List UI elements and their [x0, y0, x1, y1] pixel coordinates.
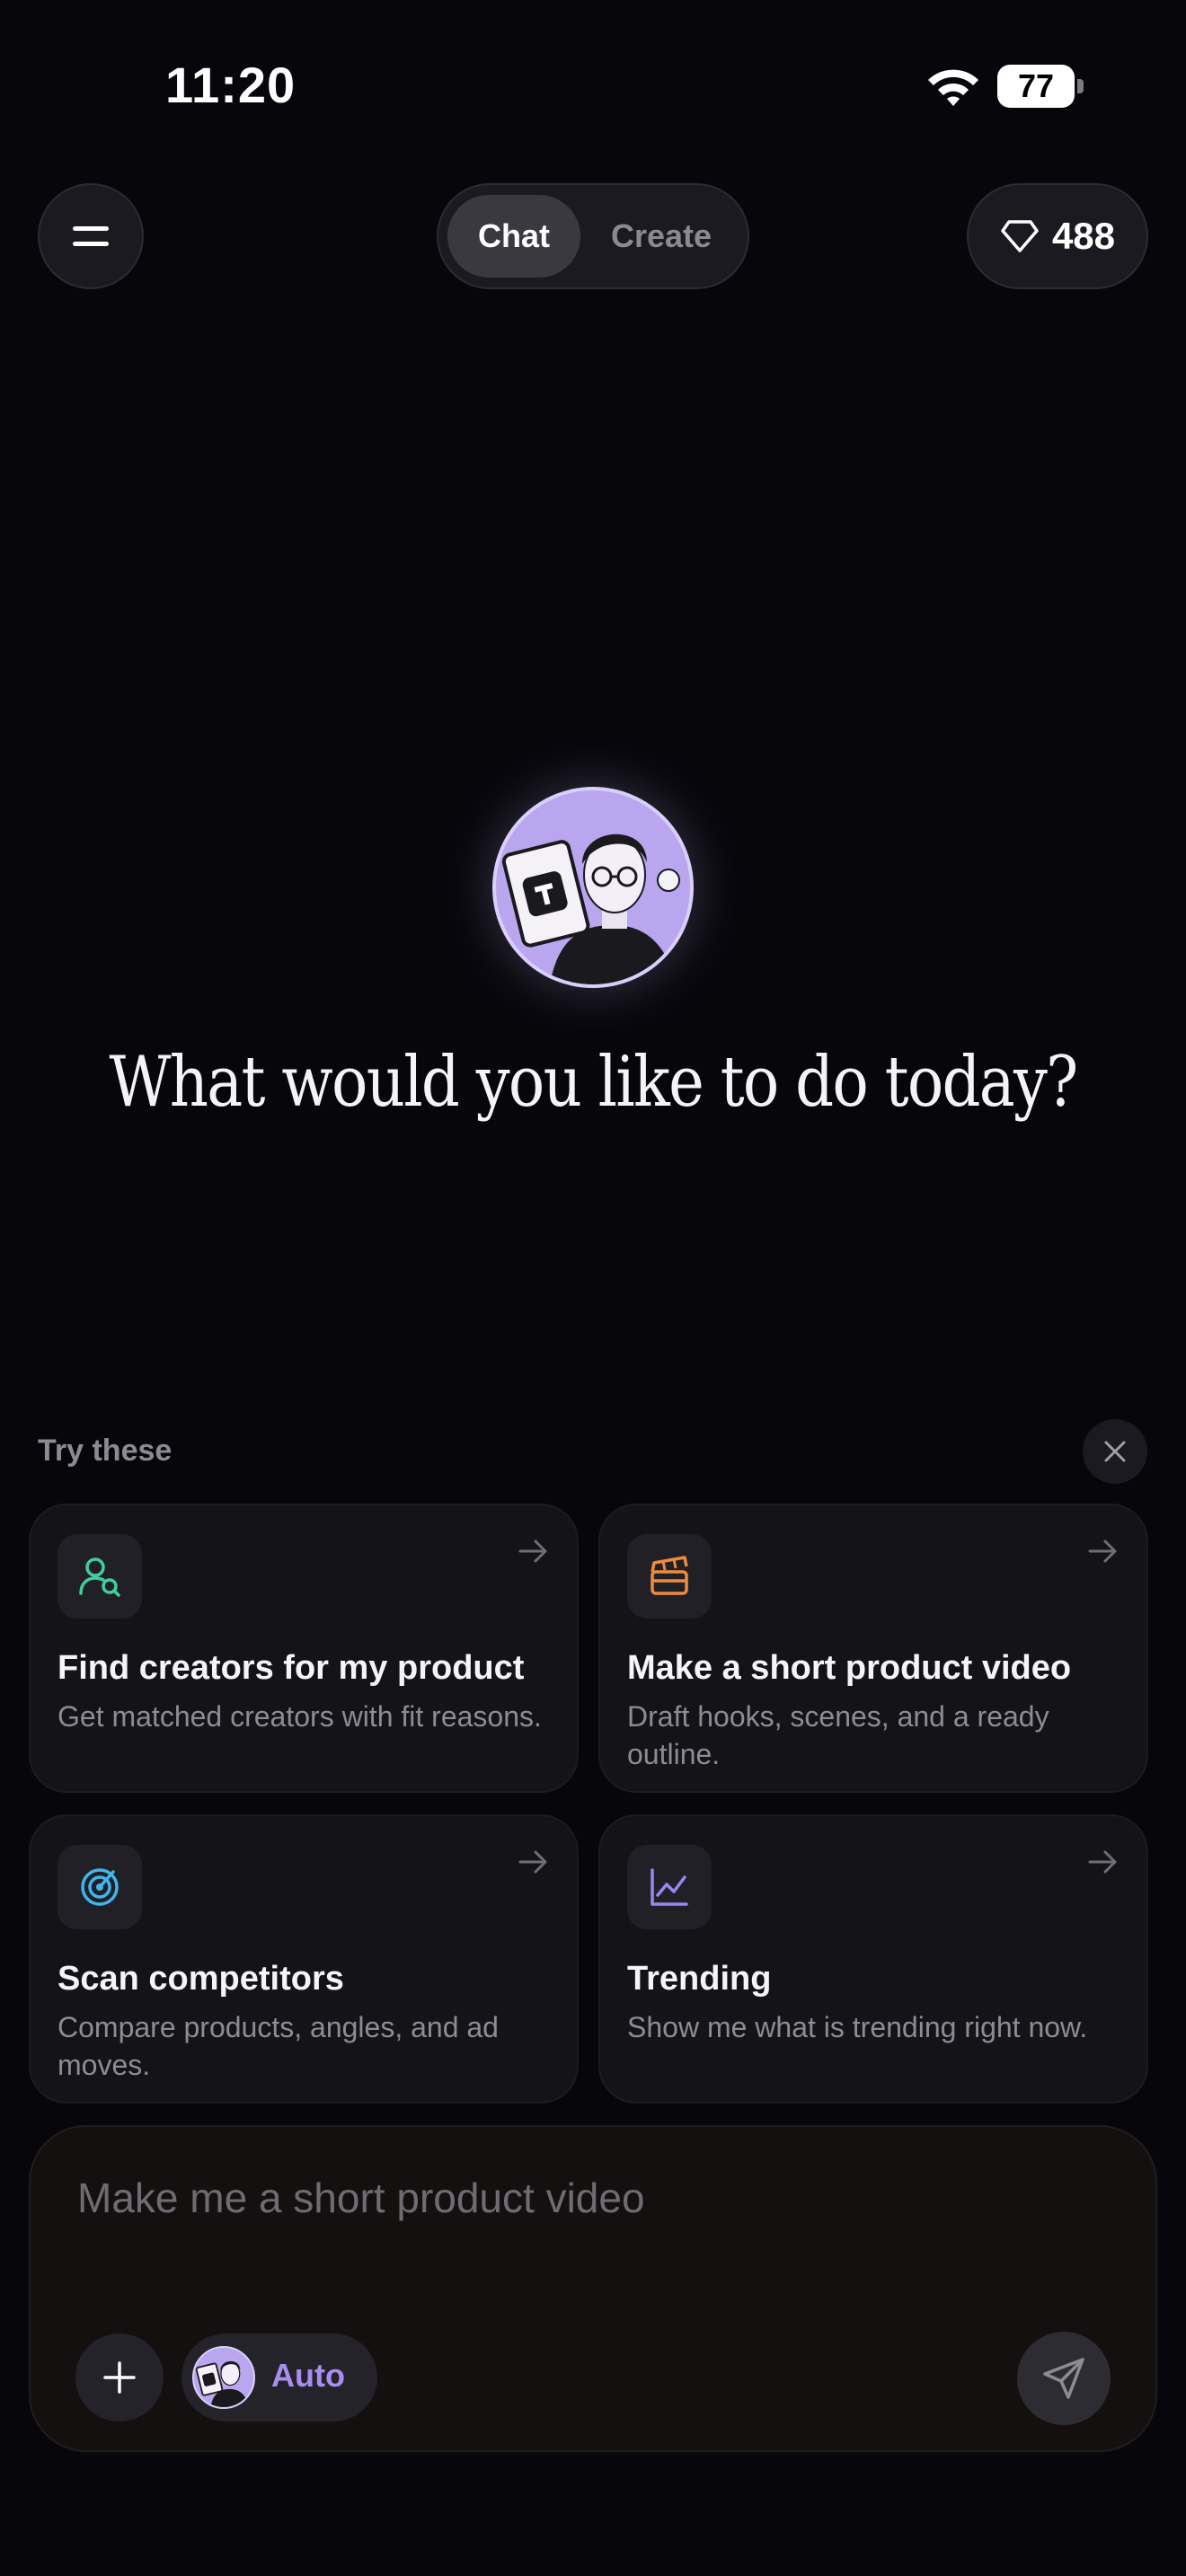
close-icon	[1104, 1441, 1126, 1462]
suggestion-card-trending[interactable]: Trending Show me what is trending right …	[598, 1814, 1148, 2104]
status-time: 11:20	[165, 57, 296, 113]
message-composer: Make me a short product video Auto	[29, 2125, 1157, 2452]
suggestion-card-find-creators[interactable]: Find creators for my product Get matched…	[29, 1504, 579, 1793]
model-selector-button[interactable]: Auto	[181, 2333, 377, 2422]
arrow-right-icon	[1088, 1539, 1117, 1563]
card-title: Trending	[627, 1960, 772, 1998]
card-title: Find creators for my product	[58, 1649, 525, 1687]
radar-icon	[58, 1845, 142, 1929]
card-subtitle: Draft hooks, scenes, and a ready outline…	[627, 1700, 1049, 1770]
user-search-icon	[58, 1534, 142, 1619]
arrow-right-icon	[518, 1539, 547, 1563]
clapperboard-icon	[627, 1534, 712, 1619]
diamond-icon	[1001, 220, 1039, 252]
suggestions-heading: Try these	[38, 1434, 173, 1468]
card-subtitle: Show me what is trending right now.	[627, 2011, 1088, 2043]
gems-count: 488	[1051, 215, 1116, 257]
assistant-avatar	[492, 787, 694, 988]
tab-create[interactable]: Create	[589, 195, 733, 278]
page-title: What would you like to do today?	[109, 1042, 1079, 1123]
battery-level: 77	[997, 65, 1075, 108]
card-title: Scan competitors	[58, 1960, 344, 1998]
model-selector-label: Auto	[271, 2357, 345, 2394]
menu-icon	[73, 226, 109, 246]
tab-chat[interactable]: Chat	[447, 195, 580, 278]
arrow-right-icon	[518, 1850, 547, 1874]
menu-button[interactable]	[38, 183, 144, 289]
gems-balance-button[interactable]: 488	[967, 183, 1148, 289]
plus-icon	[103, 2361, 136, 2394]
card-subtitle: Compare products, angles, and ad moves.	[58, 2011, 499, 2081]
add-attachment-button[interactable]	[75, 2333, 164, 2422]
send-button[interactable]	[1017, 2332, 1111, 2425]
dismiss-suggestions-button[interactable]	[1083, 1419, 1147, 1484]
send-icon	[1043, 2358, 1084, 2399]
trend-chart-icon	[627, 1845, 712, 1929]
arrow-right-icon	[1088, 1850, 1117, 1874]
assistant-avatar-small	[192, 2346, 255, 2409]
suggestion-card-scan-competitors[interactable]: Scan competitors Compare products, angle…	[29, 1814, 579, 2104]
suggestion-card-product-video[interactable]: Make a short product video Draft hooks, …	[598, 1504, 1148, 1793]
wifi-icon	[928, 69, 978, 106]
message-input[interactable]: Make me a short product video	[77, 2174, 645, 2222]
card-title: Make a short product video	[627, 1649, 1072, 1687]
card-subtitle: Get matched creators with fit reasons.	[58, 1700, 542, 1733]
battery-icon: 77	[997, 65, 1084, 108]
mode-switcher: Chat Create	[437, 183, 749, 289]
